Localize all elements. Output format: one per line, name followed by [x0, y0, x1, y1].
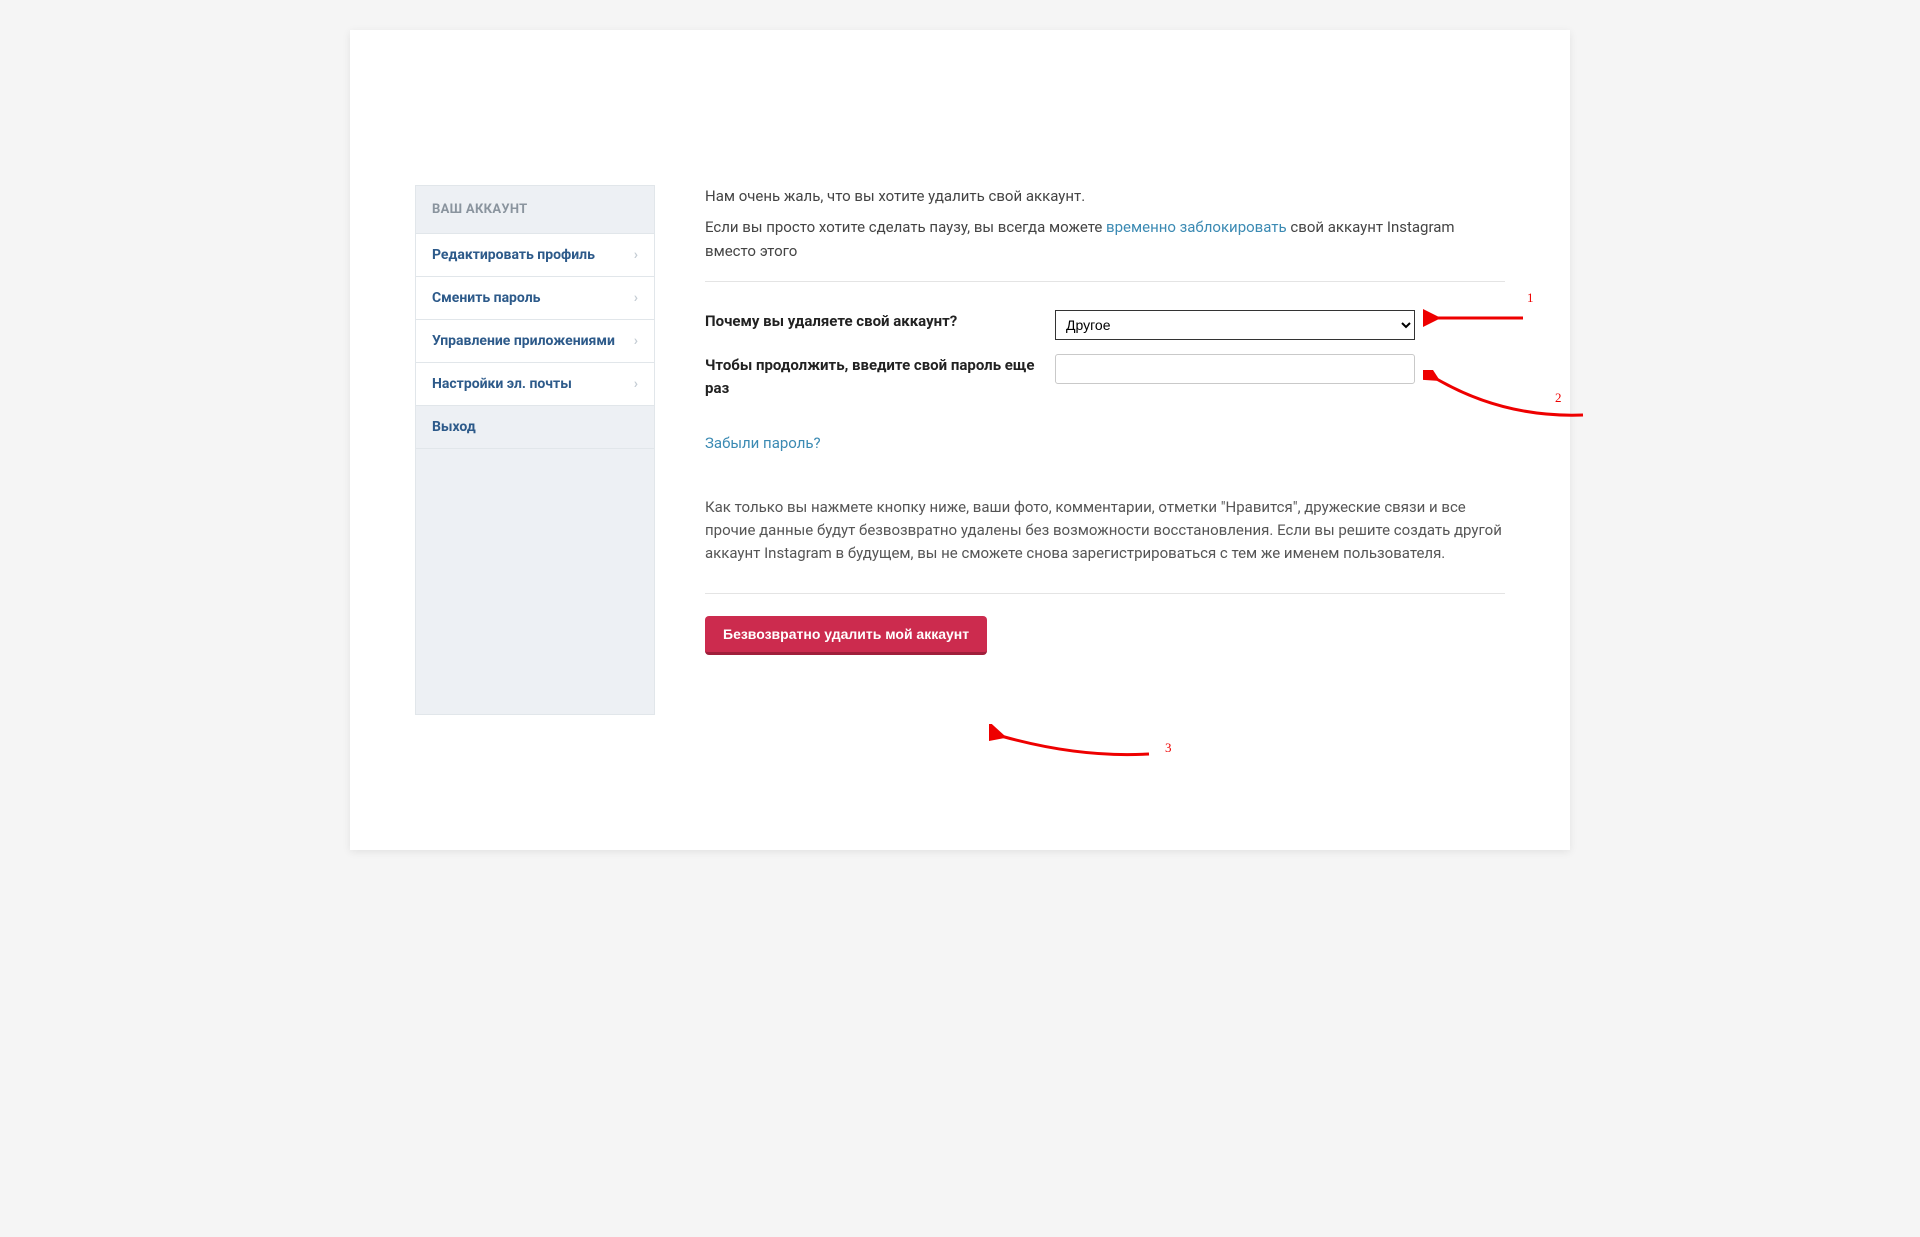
- password-label: Чтобы продолжить, введите свой пароль ещ…: [705, 354, 1055, 401]
- password-row: Чтобы продолжить, введите свой пароль ещ…: [705, 354, 1505, 401]
- pause-text-prefix: Если вы просто хотите сделать паузу, вы …: [705, 218, 1106, 236]
- sidebar-item-manage-apps[interactable]: Управление приложениями ›: [416, 319, 654, 362]
- layout-wrapper: ВАШ АККАУНТ Редактировать профиль › Смен…: [415, 185, 1505, 715]
- annotation-arrow-3: [989, 724, 1159, 764]
- delete-form: Почему вы удаляете свой аккаунт? Другое …: [705, 310, 1505, 656]
- reason-select[interactable]: Другое: [1055, 310, 1415, 340]
- warning-text: Как только вы нажмете кнопку ниже, ваши …: [705, 496, 1505, 566]
- temporarily-disable-link[interactable]: временно заблокировать: [1106, 218, 1287, 236]
- reason-label: Почему вы удаляете свой аккаунт?: [705, 310, 1055, 333]
- sidebar-item-edit-profile[interactable]: Редактировать профиль ›: [416, 233, 654, 276]
- sidebar-header: ВАШ АККАУНТ: [416, 186, 654, 233]
- sidebar-item-label: Сменить пароль: [432, 290, 541, 306]
- annotation-label-3: 3: [1165, 738, 1172, 758]
- chevron-right-icon: ›: [634, 376, 638, 392]
- forgot-password-link[interactable]: Забыли пароль?: [705, 432, 821, 455]
- sidebar-item-label: Выход: [432, 419, 476, 435]
- reason-row: Почему вы удаляете свой аккаунт? Другое: [705, 310, 1505, 340]
- divider: [705, 281, 1505, 282]
- sidebar-item-label: Настройки эл. почты: [432, 376, 572, 392]
- sidebar-item-logout[interactable]: Выход: [416, 405, 654, 449]
- annotation-label-2: 2: [1555, 388, 1562, 408]
- sidebar-item-email-settings[interactable]: Настройки эл. почты ›: [416, 362, 654, 405]
- sorry-text: Нам очень жаль, что вы хотите удалить св…: [705, 185, 1505, 208]
- chevron-right-icon: ›: [634, 333, 638, 349]
- annotation-label-1: 1: [1527, 288, 1534, 308]
- divider: [705, 593, 1505, 594]
- password-input[interactable]: [1055, 354, 1415, 384]
- chevron-right-icon: ›: [634, 247, 638, 263]
- sidebar-item-label: Управление приложениями: [432, 333, 615, 349]
- sidebar-item-label: Редактировать профиль: [432, 247, 595, 263]
- sidebar-item-change-password[interactable]: Сменить пароль ›: [416, 276, 654, 319]
- settings-page-card: ВАШ АККАУНТ Редактировать профиль › Смен…: [350, 30, 1570, 850]
- reason-select-wrap: Другое: [1055, 310, 1415, 340]
- content-area: Нам очень жаль, что вы хотите удалить св…: [655, 185, 1505, 715]
- password-input-wrap: [1055, 354, 1415, 384]
- pause-text: Если вы просто хотите сделать паузу, вы …: [705, 216, 1505, 263]
- sidebar: ВАШ АККАУНТ Редактировать профиль › Смен…: [415, 185, 655, 715]
- chevron-right-icon: ›: [634, 290, 638, 306]
- delete-account-button[interactable]: Безвозвратно удалить мой аккаунт: [705, 616, 987, 655]
